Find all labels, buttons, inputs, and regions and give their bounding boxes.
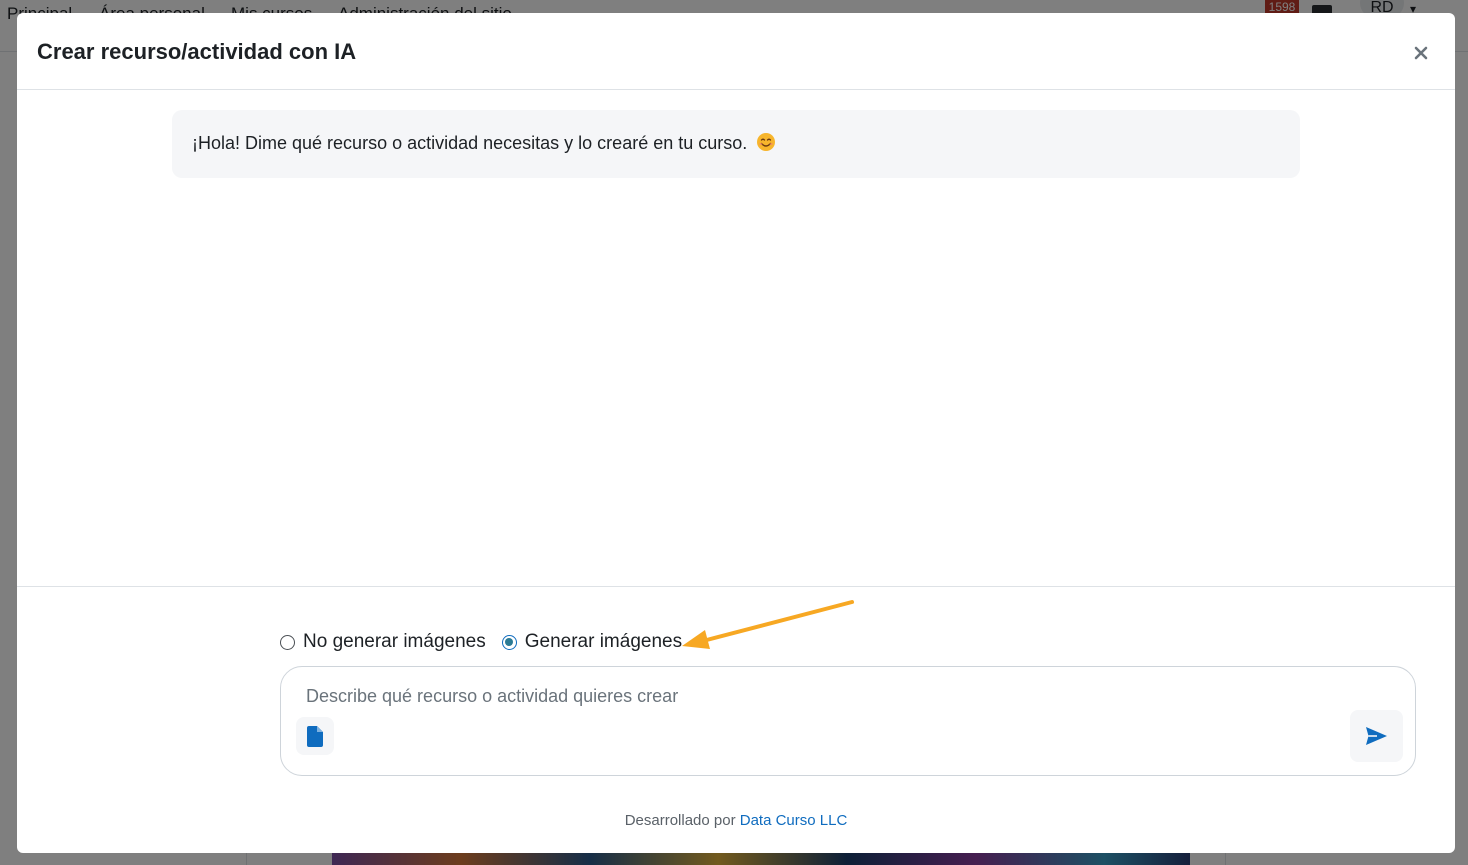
prompt-composer (280, 666, 1416, 776)
bot-message-text: ¡Hola! Dime qué recurso o actividad nece… (192, 133, 748, 153)
attach-file-button[interactable] (296, 717, 334, 755)
send-button[interactable] (1350, 710, 1403, 762)
credit-link[interactable]: Data Curso LLC (740, 812, 848, 829)
radio-button-checked[interactable] (501, 634, 517, 650)
bot-message: ¡Hola! Dime qué recurso o actividad nece… (172, 110, 1300, 178)
radio-button[interactable] (280, 634, 295, 650)
annotation-arrow-icon (682, 600, 854, 649)
send-icon (1366, 727, 1387, 745)
credit-prefix: Desarrollado por (624, 812, 736, 829)
image-generation-options: No generar imágenes Generar imágenes (280, 630, 698, 654)
file-icon (307, 725, 323, 747)
radio-generate-images[interactable]: Generar imágenes (501, 631, 683, 653)
ai-create-dialog: Crear recurso/actividad con IA ¡Hola! Di… (17, 13, 1455, 853)
radio-label: No generar imágenes (303, 631, 486, 652)
credit-line: Desarrollado por Data Curso LLC (17, 812, 1455, 829)
close-icon (1414, 46, 1428, 60)
modal-header: Crear recurso/actividad con IA (17, 13, 1455, 90)
prompt-input[interactable] (306, 684, 1326, 708)
close-button[interactable] (1409, 41, 1433, 65)
radio-no-generate-images[interactable]: No generar imágenes (280, 631, 486, 653)
radio-label: Generar imágenes (524, 631, 683, 652)
chat-area: ¡Hola! Dime qué recurso o actividad nece… (17, 91, 1455, 586)
smiling-face-emoji-icon (757, 133, 776, 151)
composer-section: No generar imágenes Generar imágenes Des… (17, 586, 1455, 853)
modal-title: Crear recurso/actividad con IA (37, 39, 357, 64)
